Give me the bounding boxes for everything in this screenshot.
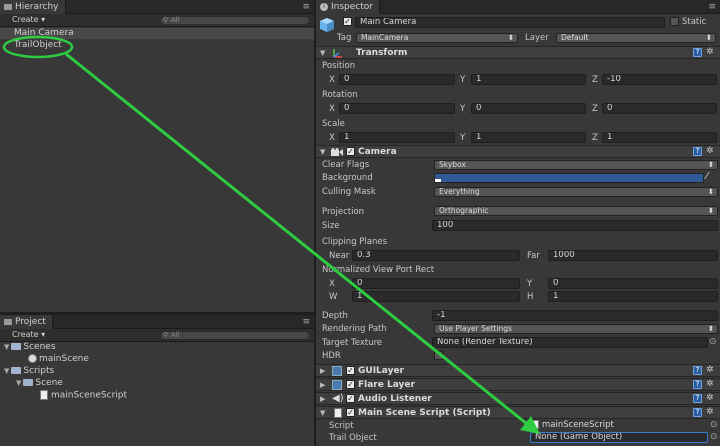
trailobject-highlight-circle: [2, 35, 74, 59]
drag-arrow-line: [65, 52, 533, 430]
drag-arrow-head: [520, 416, 540, 434]
drag-annotation-overlay: [2, 35, 540, 434]
